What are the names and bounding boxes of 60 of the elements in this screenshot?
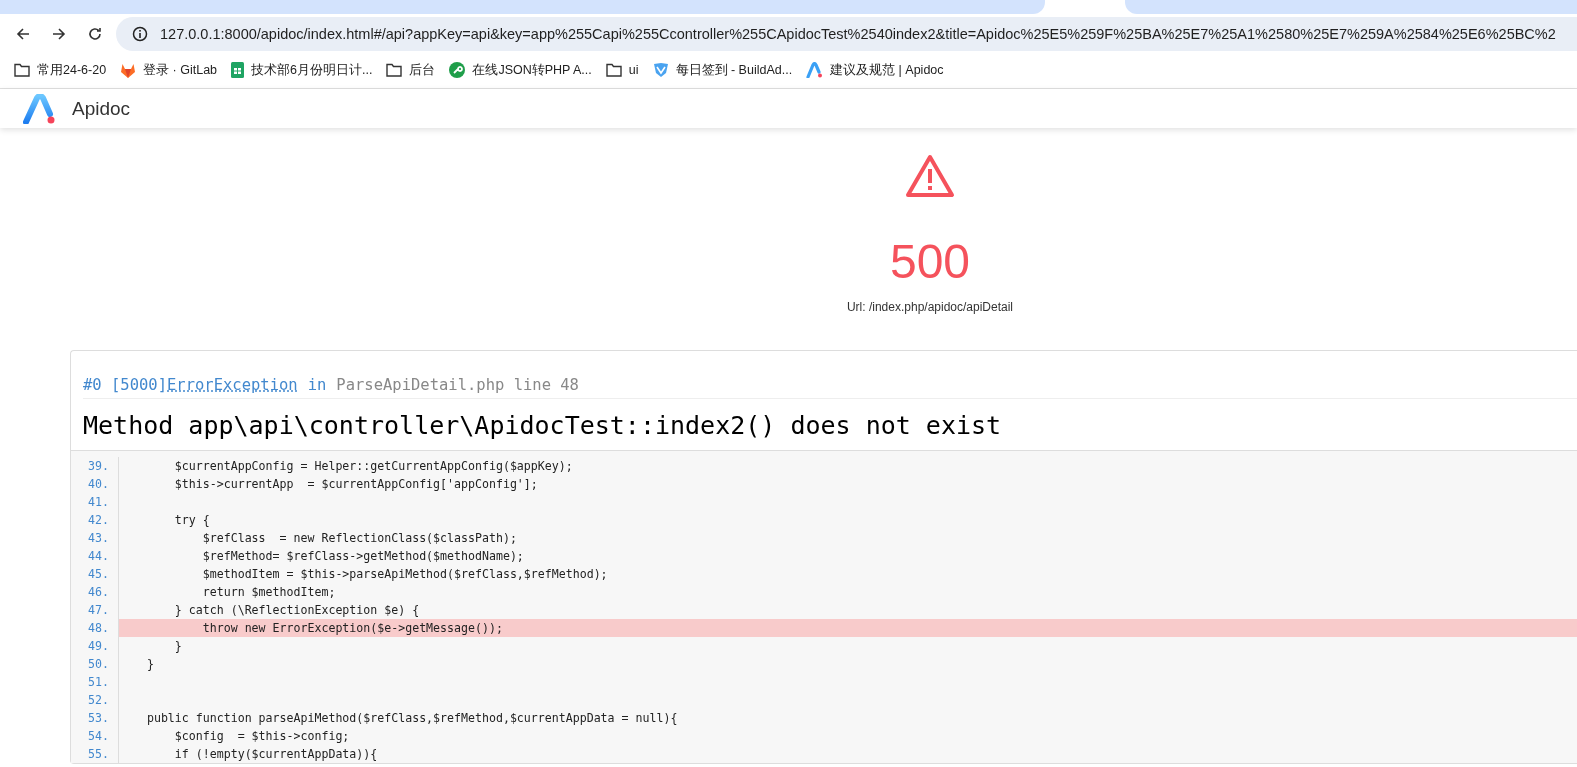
bookmark[interactable]: 常用24-6-20 [10, 61, 115, 79]
bookmark[interactable]: ui [601, 63, 647, 77]
code-line: $refMethod= $refClass->getMethod($methodName); [201, 549, 524, 563]
line-number: 40. [71, 475, 119, 493]
warning-icon [905, 154, 955, 198]
code-line: } catch (\ReflectionException $e) { [173, 603, 420, 617]
code-line: $currentAppConfig = Helper::getCurrentAppConfig($appKey); [173, 459, 573, 473]
code-line: $config = $this->config; [173, 729, 350, 743]
folder-icon [386, 63, 403, 77]
code-line: try { [173, 513, 210, 527]
line-number: 42. [71, 511, 119, 529]
line-number: 50. [71, 655, 119, 673]
code-line: $this->currentApp = $currentAppConfig['appConfig']; [173, 477, 538, 491]
bookmark[interactable]: 后台 [382, 61, 444, 79]
address-bar[interactable]: 127.0.0.1:8000/apidoc/index.html#/api?appKey=api&key=app%255Capi%255Ccontroller%255CApidocTest%2540index2&title=Apidoc%25E5%259F%25BA%25E7%25A1%2580%25E7%259A%2584%25E6%25BC%2 [116, 17, 1577, 51]
code-line: public function parseApiMethod($refClass,$refMethod,$currentAppData = null){ [145, 711, 678, 725]
line-number: 52. [71, 691, 119, 709]
code-line: return $methodItem; [201, 585, 336, 599]
bookmark[interactable]: 每日签到 - BuildAd... [648, 61, 801, 79]
reload-icon [87, 26, 103, 42]
spreadsheet-icon [231, 62, 245, 78]
code-line: $refClass = new ReflectionClass($classPath); [201, 531, 517, 545]
code-line: } [173, 639, 182, 653]
trace-file: ParseApiDetail.php line 48 [336, 376, 579, 394]
logo-icon [806, 62, 824, 78]
shield-icon [652, 62, 669, 78]
line-number: 54. [71, 727, 119, 745]
line-number: 43. [71, 529, 119, 547]
line-number: 39. [71, 457, 119, 475]
trace-prefix: #0 [5000] [83, 376, 167, 394]
forward-arrow-icon [51, 26, 67, 42]
code-line: } [145, 657, 154, 671]
folder-icon [605, 63, 622, 77]
line-number: 55. [71, 745, 119, 763]
info-icon[interactable] [132, 26, 148, 42]
line-number: 46. [71, 583, 119, 601]
line-number: 53. [71, 709, 119, 727]
logo-icon[interactable] [23, 93, 57, 124]
error-url: Url: /index.php/apidoc/apiDetail [846, 300, 1014, 314]
line-number: 49. [71, 637, 119, 655]
bookmark[interactable]: 登录 · GitLab [116, 61, 226, 79]
bookmark[interactable]: 技术部6月份明日计... [227, 61, 381, 79]
fox-icon [120, 62, 137, 78]
bookmark[interactable]: 在线JSON转PHP A... [445, 61, 600, 79]
code-line: if (!empty($currentAppData)){ [173, 747, 378, 761]
line-number: 47. [71, 601, 119, 619]
error-code: 500 [889, 234, 971, 290]
exception-name: ErrorException [167, 376, 298, 394]
code-line: $methodItem = $this->parseApiMethod($refClass,$refMethod); [201, 567, 608, 581]
line-number: 41. [71, 493, 119, 511]
line-number: 51. [71, 673, 119, 691]
bookmark[interactable]: 建议及规范 | Apidoc [802, 61, 952, 79]
trace-in: in [307, 376, 327, 394]
code-line: throw new ErrorException($e->getMessage()); [201, 621, 503, 635]
back-arrow-icon [15, 26, 31, 42]
line-number: 45. [71, 565, 119, 583]
folder-icon [14, 63, 30, 77]
app-title[interactable]: Apidoc [72, 97, 131, 120]
wrench-icon [449, 62, 466, 78]
line-number: 44. [71, 547, 119, 565]
